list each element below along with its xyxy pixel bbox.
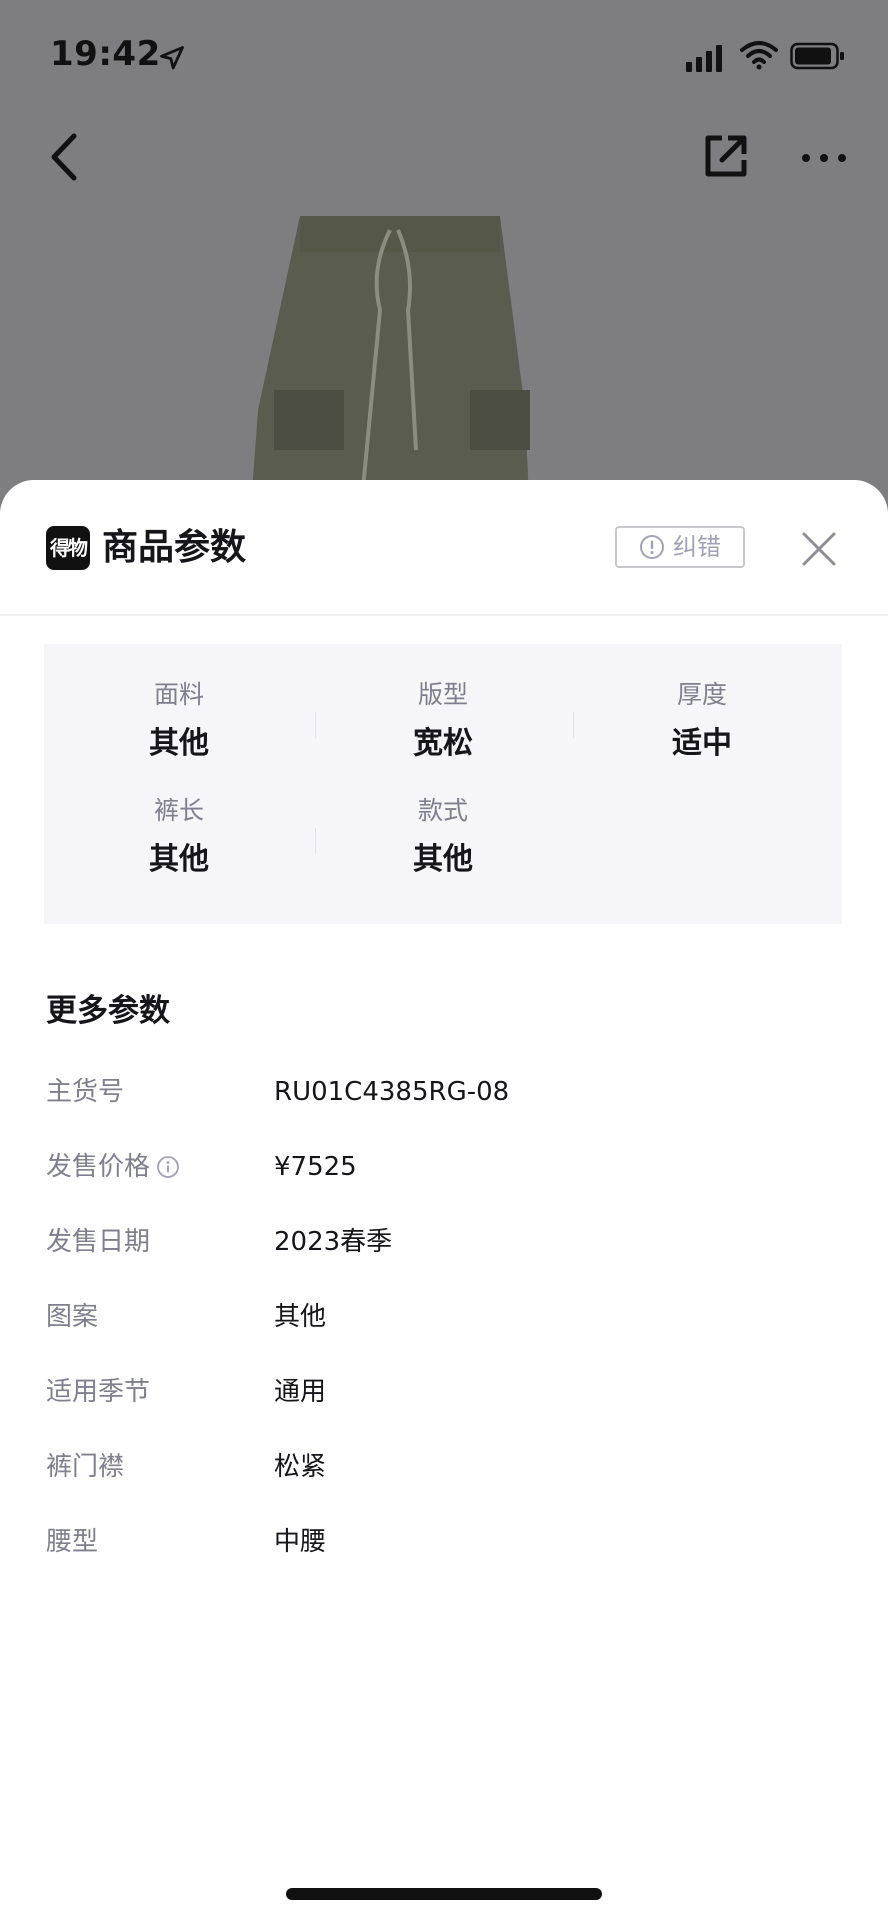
spec-value: 松紧 — [274, 1452, 327, 1482]
spec-label: 主货号 — [46, 1077, 125, 1107]
spec-value: 通用 — [274, 1377, 327, 1407]
more-params-title: 更多参数 — [46, 993, 170, 1029]
param-cell: 款式 其他 — [313, 794, 573, 880]
param-value: 适中 — [672, 726, 732, 761]
param-value: 宽松 — [413, 726, 473, 761]
param-label: 厚度 — [676, 680, 727, 709]
param-cell: 厚度 适中 — [572, 678, 832, 764]
more-icon[interactable] — [800, 150, 848, 166]
product-image — [250, 216, 530, 520]
spec-label: 发售日期 — [46, 1227, 151, 1257]
wifi-icon — [740, 41, 778, 70]
param-value: 其他 — [149, 842, 209, 877]
status-time: 19:42 — [50, 34, 161, 74]
spec-value: RU01C4385RG-08 — [274, 1077, 510, 1107]
spec-value: ¥7525 — [274, 1152, 357, 1182]
spec-label: 图案 — [46, 1302, 99, 1332]
spec-label: 适用季节 — [46, 1377, 151, 1407]
share-icon[interactable] — [702, 132, 750, 180]
status-bar: 19:42 — [0, 0, 888, 110]
battery-icon — [790, 42, 844, 70]
spec-row: 腰型 中腰 — [46, 1522, 846, 1562]
spec-row: 发售日期 2023春季 — [46, 1222, 846, 1262]
product-params-sheet: 得物 商品参数 纠错 面料 其他 版型 宽松 厚度 适中 裤长 其他 款式 其他… — [0, 480, 888, 1920]
key-params-grid: 面料 其他 版型 宽松 厚度 适中 裤长 其他 款式 其他 — [44, 644, 842, 924]
param-cell: 版型 宽松 — [313, 678, 573, 764]
spec-row: 适用季节 通用 — [46, 1372, 846, 1412]
spec-row: 发售价格 ¥7525 — [46, 1147, 846, 1187]
spec-value: 其他 — [274, 1302, 327, 1332]
sheet-title: 商品参数 — [102, 527, 247, 568]
param-cell: 裤长 其他 — [49, 794, 309, 880]
home-indicator[interactable] — [286, 1888, 602, 1900]
spec-label-text: 发售价格 — [46, 1152, 151, 1182]
product-page-background: 19:42 — [0, 0, 888, 520]
spec-row: 裤门襟 松紧 — [46, 1447, 846, 1487]
param-label: 裤长 — [153, 796, 204, 825]
spec-label: 腰型 — [46, 1527, 99, 1557]
chevron-left-icon[interactable] — [44, 130, 84, 184]
param-value: 其他 — [149, 726, 209, 761]
close-icon[interactable] — [800, 530, 838, 568]
spec-value: 中腰 — [274, 1527, 327, 1557]
spec-label: 裤门襟 — [46, 1452, 125, 1482]
spec-label: 发售价格 — [46, 1147, 180, 1187]
spec-value: 2023春季 — [274, 1227, 393, 1257]
param-value: 其他 — [413, 842, 473, 877]
param-label: 面料 — [153, 680, 204, 709]
signal-icon — [686, 45, 722, 72]
param-cell: 面料 其他 — [49, 678, 309, 764]
spec-row: 主货号 RU01C4385RG-08 — [46, 1072, 846, 1112]
spec-row: 图案 其他 — [46, 1297, 846, 1337]
param-label: 版型 — [417, 680, 468, 709]
param-label: 款式 — [417, 796, 468, 825]
brand-logo: 得物 — [46, 526, 90, 570]
sheet-header: 得物 商品参数 纠错 — [0, 480, 888, 616]
info-icon[interactable] — [156, 1155, 180, 1179]
report-error-label: 纠错 — [673, 533, 721, 561]
alert-circle-icon — [640, 535, 664, 559]
location-arrow-icon — [160, 46, 184, 70]
report-error-button[interactable]: 纠错 — [615, 526, 745, 568]
